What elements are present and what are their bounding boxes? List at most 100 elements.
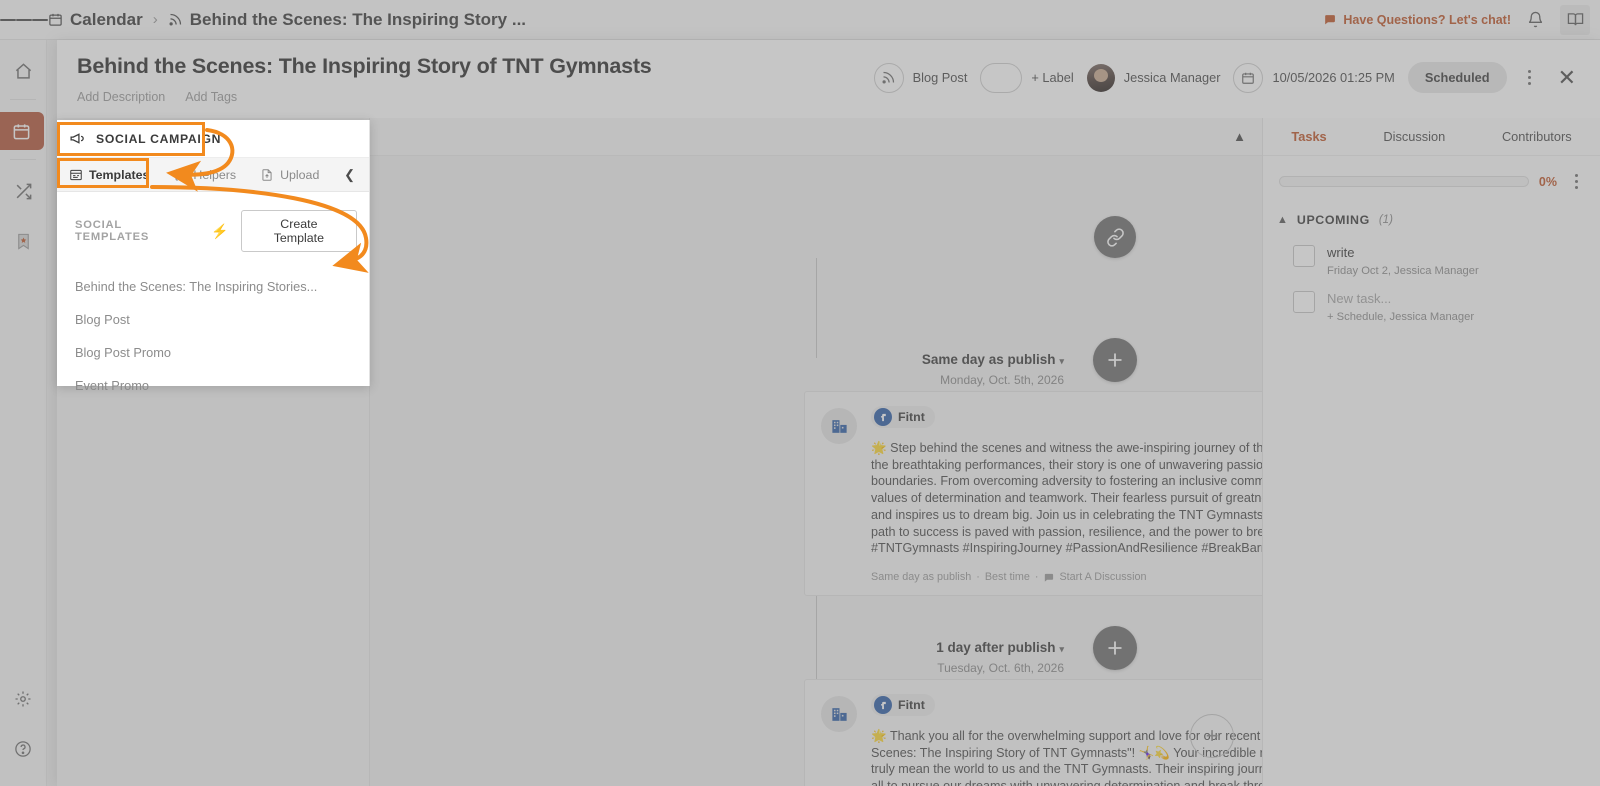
task-detail: write Friday Oct 2, Jessica Manager [1327,245,1479,277]
chat-support-link[interactable]: Have Questions? Let's chat! [1323,13,1511,27]
status-badge[interactable]: Scheduled [1407,62,1507,93]
post-text-1: 🌟 Step behind the scenes and witness the… [871,441,1262,556]
hamburger-icon[interactable] [0,16,48,23]
post-avatar-2 [821,696,857,732]
task-row[interactable]: write Friday Oct 2, Jessica Manager [1263,235,1600,281]
plus-icon [1108,353,1122,367]
building-icon [831,707,847,721]
sidebar-item-settings[interactable] [3,680,43,718]
content-type-selector[interactable]: Blog Post [873,62,967,93]
facebook-icon [874,408,892,426]
post-header-1: Fitnt [871,406,1262,429]
new-task-input[interactable]: New task... [1327,291,1474,306]
left-icon-rail [0,40,47,786]
add-post-button-1[interactable] [1093,338,1137,382]
publish-date-selector[interactable]: 10/05/2026 01:25 PM [1233,62,1395,93]
template-list-item[interactable]: Event Promo [57,369,369,402]
sidebar-item-home[interactable] [3,52,43,90]
modal-sublinks: Add Description Add Tags [77,90,652,104]
tasks-section-header[interactable]: ▲ UPCOMING (1) [1263,199,1600,235]
post-account-badge-1[interactable]: Fitnt [871,406,935,428]
help-icon [15,741,31,757]
breadcrumb-item-calendar[interactable]: Calendar [48,10,143,30]
bookmark-star-icon [17,233,29,250]
template-list-item[interactable]: Behind the Scenes: The Inspiring Stories… [57,270,369,303]
sidebar-item-calendar[interactable] [0,112,44,150]
rail-divider-2 [10,159,36,160]
sidebar-item-help[interactable] [3,730,43,768]
owner-name: Jessica Manager [1123,70,1221,85]
post-body-1: Fitnt 🌟 Step behind the scenes and witne… [871,406,1262,583]
template-list-item[interactable]: Blog Post Promo [57,336,369,369]
modal-kebab-menu-icon[interactable] [1520,66,1539,89]
slot-title-2[interactable]: 1 day after publish ▾ [774,640,1064,655]
publish-date-value: 10/05/2026 01:25 PM [1272,70,1395,85]
post-footer-discussion-1[interactable]: Start A Discussion [1059,571,1146,583]
timeline-column: ▲ Same day as publish ▾ Monday, Oct. 5th… [370,118,1262,786]
social-templates-label: SOCIAL TEMPLATES [75,219,150,243]
tab-contributors[interactable]: Contributors [1502,129,1572,144]
post-account-name-1: Fitnt [898,410,925,424]
post-footer-time-1[interactable]: Best time [985,571,1030,583]
progress-bar [1279,176,1529,187]
tab-templates-label: Templates [89,167,150,182]
right-panel-tabs: Tasks Discussion Contributors [1263,118,1600,156]
link-post-button[interactable] [1094,216,1136,258]
task-checkbox[interactable] [1293,245,1315,267]
close-icon[interactable]: ✕ [1552,65,1582,91]
right-side-panel: Tasks Discussion Contributors 0% ▲ UPCOM… [1262,118,1600,786]
breadcrumb-label-calendar: Calendar [70,9,143,29]
footer-dot-1: · [976,571,980,584]
post-account-badge-2[interactable]: Fitnt [871,694,935,716]
templates-panel-tabs: Templates Helpers Upload ❮ [57,158,369,192]
timeline-toolbar: ▲ [370,118,1262,156]
owner-selector[interactable]: Jessica Manager [1086,63,1221,92]
collapse-timeline-chevron-up-icon[interactable]: ▲ [1233,129,1246,144]
slot-caret-2: ▾ [1059,644,1064,654]
slot-title-1[interactable]: Same day as publish ▾ [774,352,1064,367]
rss-icon [873,62,904,93]
plus-icon [1108,641,1122,655]
breadcrumb-separator: › [152,11,158,28]
templates-icon [70,169,82,180]
tab-tasks[interactable]: Tasks [1291,129,1326,144]
add-floating-button[interactable]: + [1190,714,1234,758]
chat-bubble-icon [1045,573,1054,582]
social-post-card-1[interactable]: Fitnt 🌟 Step behind the scenes and witne… [804,391,1262,597]
slot-caret-1: ▾ [1059,356,1064,366]
tasks-section-title: UPCOMING [1296,213,1370,227]
add-tags-link[interactable]: Add Tags [185,90,237,104]
tasks-kebab-menu-icon[interactable] [1567,170,1586,193]
add-description-link[interactable]: Add Description [77,90,165,104]
progress-percent: 0% [1538,174,1557,189]
facebook-icon [874,696,892,714]
sidebar-item-shuffle[interactable] [3,172,43,210]
breadcrumb-label-current: Behind the Scenes: The Inspiring Story .… [189,9,527,29]
tab-templates[interactable]: Templates [65,165,153,185]
modal-header-actions: Blog Post + Label Jessica Manager 10/05/… [873,40,1600,93]
tab-helpers[interactable]: Helpers [169,165,240,185]
sidebar-item-bookmark[interactable] [3,222,43,260]
gear-icon [15,691,31,707]
bell-icon[interactable] [1527,11,1544,28]
breadcrumb-item-current[interactable]: Behind the Scenes: The Inspiring Story .… [168,10,526,30]
new-task-row[interactable]: New task... + Schedule, Jessica Manager [1263,281,1600,327]
book-icon[interactable] [1560,4,1590,35]
collapse-panel-chevron-left-icon[interactable]: ❮ [344,167,369,183]
slot-title-text-1: Same day as publish [921,352,1056,367]
post-footer-schedule-1[interactable]: Same day as publish [871,571,971,583]
timeline-connector-1 [816,258,817,358]
template-list-item[interactable]: Blog Post [57,303,369,336]
add-label-button[interactable]: + Label [980,62,1074,93]
create-template-button[interactable]: Create Template [240,210,357,252]
modal-header: Behind the Scenes: The Inspiring Story o… [57,40,1600,118]
lightning-icon[interactable]: ⚡ [211,223,228,240]
tab-upload[interactable]: Upload [256,165,323,185]
post-header-2: Fitnt [871,694,1262,717]
new-task-meta[interactable]: + Schedule, Jessica Manager [1327,311,1474,323]
add-post-button-2[interactable] [1093,626,1137,670]
tab-discussion[interactable]: Discussion [1383,129,1445,144]
chevron-up-icon[interactable]: ▲ [1277,214,1288,226]
slot-date-1: Monday, Oct. 5th, 2026 [940,373,1064,387]
new-task-checkbox[interactable] [1293,291,1315,313]
